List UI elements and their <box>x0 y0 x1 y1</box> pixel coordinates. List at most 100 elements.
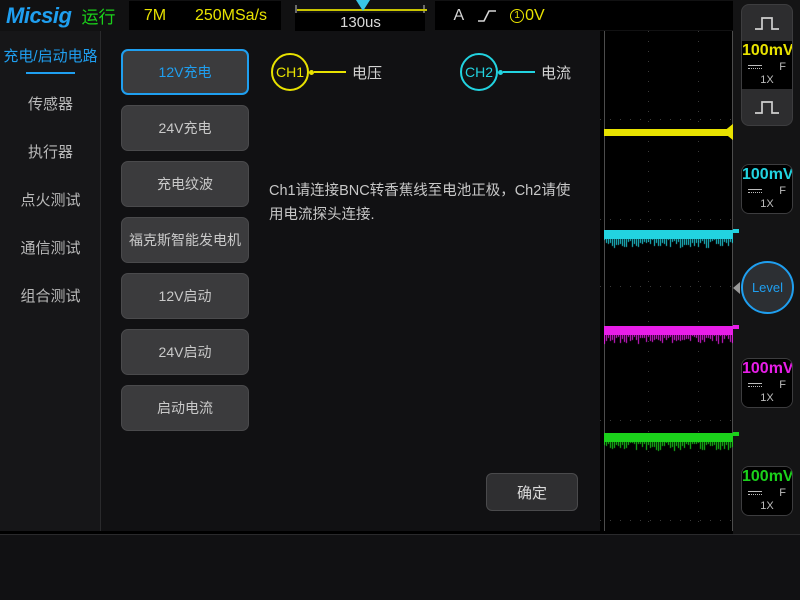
channel-bubble-ch1[interactable]: CH1 <box>271 53 309 91</box>
trigger-level-knob[interactable]: Level <box>741 261 794 314</box>
grid-frame-left <box>604 31 605 531</box>
preset-button-24v-start[interactable]: 24V启动 <box>121 329 249 375</box>
trigger-position-marker-icon[interactable] <box>356 0 370 11</box>
sidebar-item-label: 传感器 <box>28 93 73 114</box>
preset-button-start-current[interactable]: 启动电流 <box>121 385 249 431</box>
channel-bubble-label: CH1 <box>276 64 304 80</box>
dc-coupling-icon <box>748 491 762 496</box>
channel-lead-ch2 <box>498 70 535 75</box>
grid-line-vertical <box>648 31 649 531</box>
sidebar-item-sensor[interactable]: 传感器 <box>0 79 101 127</box>
preset-list: 12V充电 24V充电 充电纹波 福克斯智能发电机 12V启动 24V启动 启动… <box>121 49 249 441</box>
ch1-reference-arrow-icon[interactable] <box>723 123 733 141</box>
channel-panel-ch4[interactable]: 100mV F 1X <box>741 466 793 516</box>
ch3-settings[interactable]: 100mV F 1X <box>742 359 792 407</box>
main-content-panel: 12V充电 24V充电 充电纹波 福克斯智能发电机 12V启动 24V启动 启动… <box>101 31 600 531</box>
confirm-button[interactable]: 确定 <box>486 473 578 511</box>
grid-line-horizontal <box>600 286 733 287</box>
sidebar-item-label: 组合测试 <box>20 285 80 306</box>
ch4-coupling-row: F <box>742 486 792 500</box>
ch4-volts-div: 100mV <box>742 468 792 486</box>
sidebar-item-charging-start-circuit[interactable]: 充电/启动电路 <box>0 31 101 79</box>
grid-line-vertical <box>698 31 699 531</box>
instruction-text: Ch1请连接BNC转香蕉线至电池正极，Ch2请使用电流探头连接. <box>269 179 579 227</box>
channel-assignment-row: CH1 电压 CH2 电流 <box>271 53 571 91</box>
ch2-settings[interactable]: 100mV F 1X <box>742 165 792 213</box>
confirm-label: 确定 <box>517 482 547 503</box>
category-sidebar: 充电/启动电路 传感器 执行器 点火测试 通信测试 组合测试 <box>0 31 101 531</box>
waveform-trace-ch4 <box>604 433 733 442</box>
level-label: Level <box>752 280 783 295</box>
ch2-bandwidth-flag: F <box>779 185 786 197</box>
rising-edge-icon <box>477 8 497 24</box>
ch3-bandwidth-flag: F <box>779 379 786 391</box>
sidebar-item-label: 充电/启动电路 <box>3 45 97 66</box>
ch4-ground-marker-icon <box>733 432 739 436</box>
channel-panel-ch1[interactable]: 100mV F 1X <box>741 4 793 126</box>
ch1-settings[interactable]: 100mV F 1X <box>742 41 792 89</box>
grid-line-horizontal <box>600 219 733 220</box>
channel-lead-ch1 <box>309 70 346 75</box>
ch1-coupling-row: F <box>742 60 792 74</box>
sample-rate-value: 250MSa/s <box>195 7 267 25</box>
memory-sample-box[interactable]: 7M 250MSa/s <box>129 1 281 30</box>
dc-coupling-icon <box>748 383 762 388</box>
trigger-source-label: A <box>453 7 464 25</box>
ch3-volts-div: 100mV <box>742 360 792 378</box>
dc-coupling-icon <box>748 65 762 70</box>
memory-depth-value: 7M <box>144 7 166 25</box>
bottom-toolbar: CHx 微调 2ms <box>0 534 800 600</box>
lead-wire-icon <box>503 71 535 73</box>
channel-signal-ch2: 电流 <box>541 62 571 83</box>
top-status-bar: Micsig 运行 7M 250MSa/s 130us A 1 0V <box>0 0 800 31</box>
ch3-coupling-row: F <box>742 378 792 392</box>
preset-label: 12V充电 <box>159 62 212 82</box>
preset-label: 24V启动 <box>159 342 212 362</box>
ch2-ground-marker-icon <box>733 229 739 233</box>
sidebar-item-actuator[interactable]: 执行器 <box>0 127 101 175</box>
waveform-trace-ch1 <box>604 129 733 136</box>
run-state-label[interactable]: 运行 <box>81 3 115 28</box>
waveform-display[interactable] <box>600 31 733 531</box>
ch1-volts-div: 100mV <box>742 42 792 60</box>
ch2-attenuation: 1X <box>742 198 792 211</box>
channel-bubble-label: CH2 <box>465 64 493 80</box>
trigger-level-value: 0V <box>525 7 545 25</box>
sidebar-item-communication-test[interactable]: 通信测试 <box>0 223 101 271</box>
timebase-position-widget[interactable]: 130us <box>295 0 425 31</box>
ch1-probe-down-icon[interactable] <box>742 89 792 125</box>
preset-label: 充电纹波 <box>157 174 213 194</box>
sidebar-item-ignition-test[interactable]: 点火测试 <box>0 175 101 223</box>
preset-label: 启动电流 <box>157 398 213 418</box>
ch4-bandwidth-flag: F <box>779 487 786 499</box>
grid-line-horizontal <box>600 520 733 521</box>
trigger-level-caret-icon <box>733 282 740 294</box>
channel-panel-ch2[interactable]: 100mV F 1X <box>741 164 793 214</box>
preset-label: 24V充电 <box>159 118 212 138</box>
brand-logo: Micsig <box>6 3 71 29</box>
preset-button-focus-smart-alternator[interactable]: 福克斯智能发电机 <box>121 217 249 263</box>
channel-rail: 100mV F 1X 100mV F 1X Level 100mV F 1X 1… <box>733 0 800 534</box>
ch3-attenuation: 1X <box>742 392 792 405</box>
oscilloscope-screen: Micsig 运行 7M 250MSa/s 130us A 1 0V 充电/启动… <box>0 0 800 600</box>
ch1-probe-up-icon[interactable] <box>742 5 792 41</box>
grid-line-horizontal <box>600 420 733 421</box>
waveform-trace-ch2 <box>604 230 733 239</box>
ch1-bandwidth-flag: F <box>779 61 786 73</box>
channel-panel-ch3[interactable]: 100mV F 1X <box>741 358 793 408</box>
preset-label: 福克斯智能发电机 <box>129 230 241 250</box>
preset-button-24v-charge[interactable]: 24V充电 <box>121 105 249 151</box>
preset-button-charge-ripple[interactable]: 充电纹波 <box>121 161 249 207</box>
sidebar-item-combination-test[interactable]: 组合测试 <box>0 271 101 319</box>
channel-bubble-ch2[interactable]: CH2 <box>460 53 498 91</box>
ch4-attenuation: 1X <box>742 500 792 513</box>
waveform-trace-ch3 <box>604 326 733 335</box>
sidebar-item-label: 执行器 <box>28 141 73 162</box>
lead-wire-icon <box>314 71 346 73</box>
preset-button-12v-charge[interactable]: 12V充电 <box>121 49 249 95</box>
ch2-volts-div: 100mV <box>742 166 792 184</box>
ch4-settings[interactable]: 100mV F 1X <box>742 467 792 515</box>
trigger-level-readout: 1 0V <box>510 7 545 25</box>
preset-button-12v-start[interactable]: 12V启动 <box>121 273 249 319</box>
grid-line-horizontal <box>600 119 733 120</box>
